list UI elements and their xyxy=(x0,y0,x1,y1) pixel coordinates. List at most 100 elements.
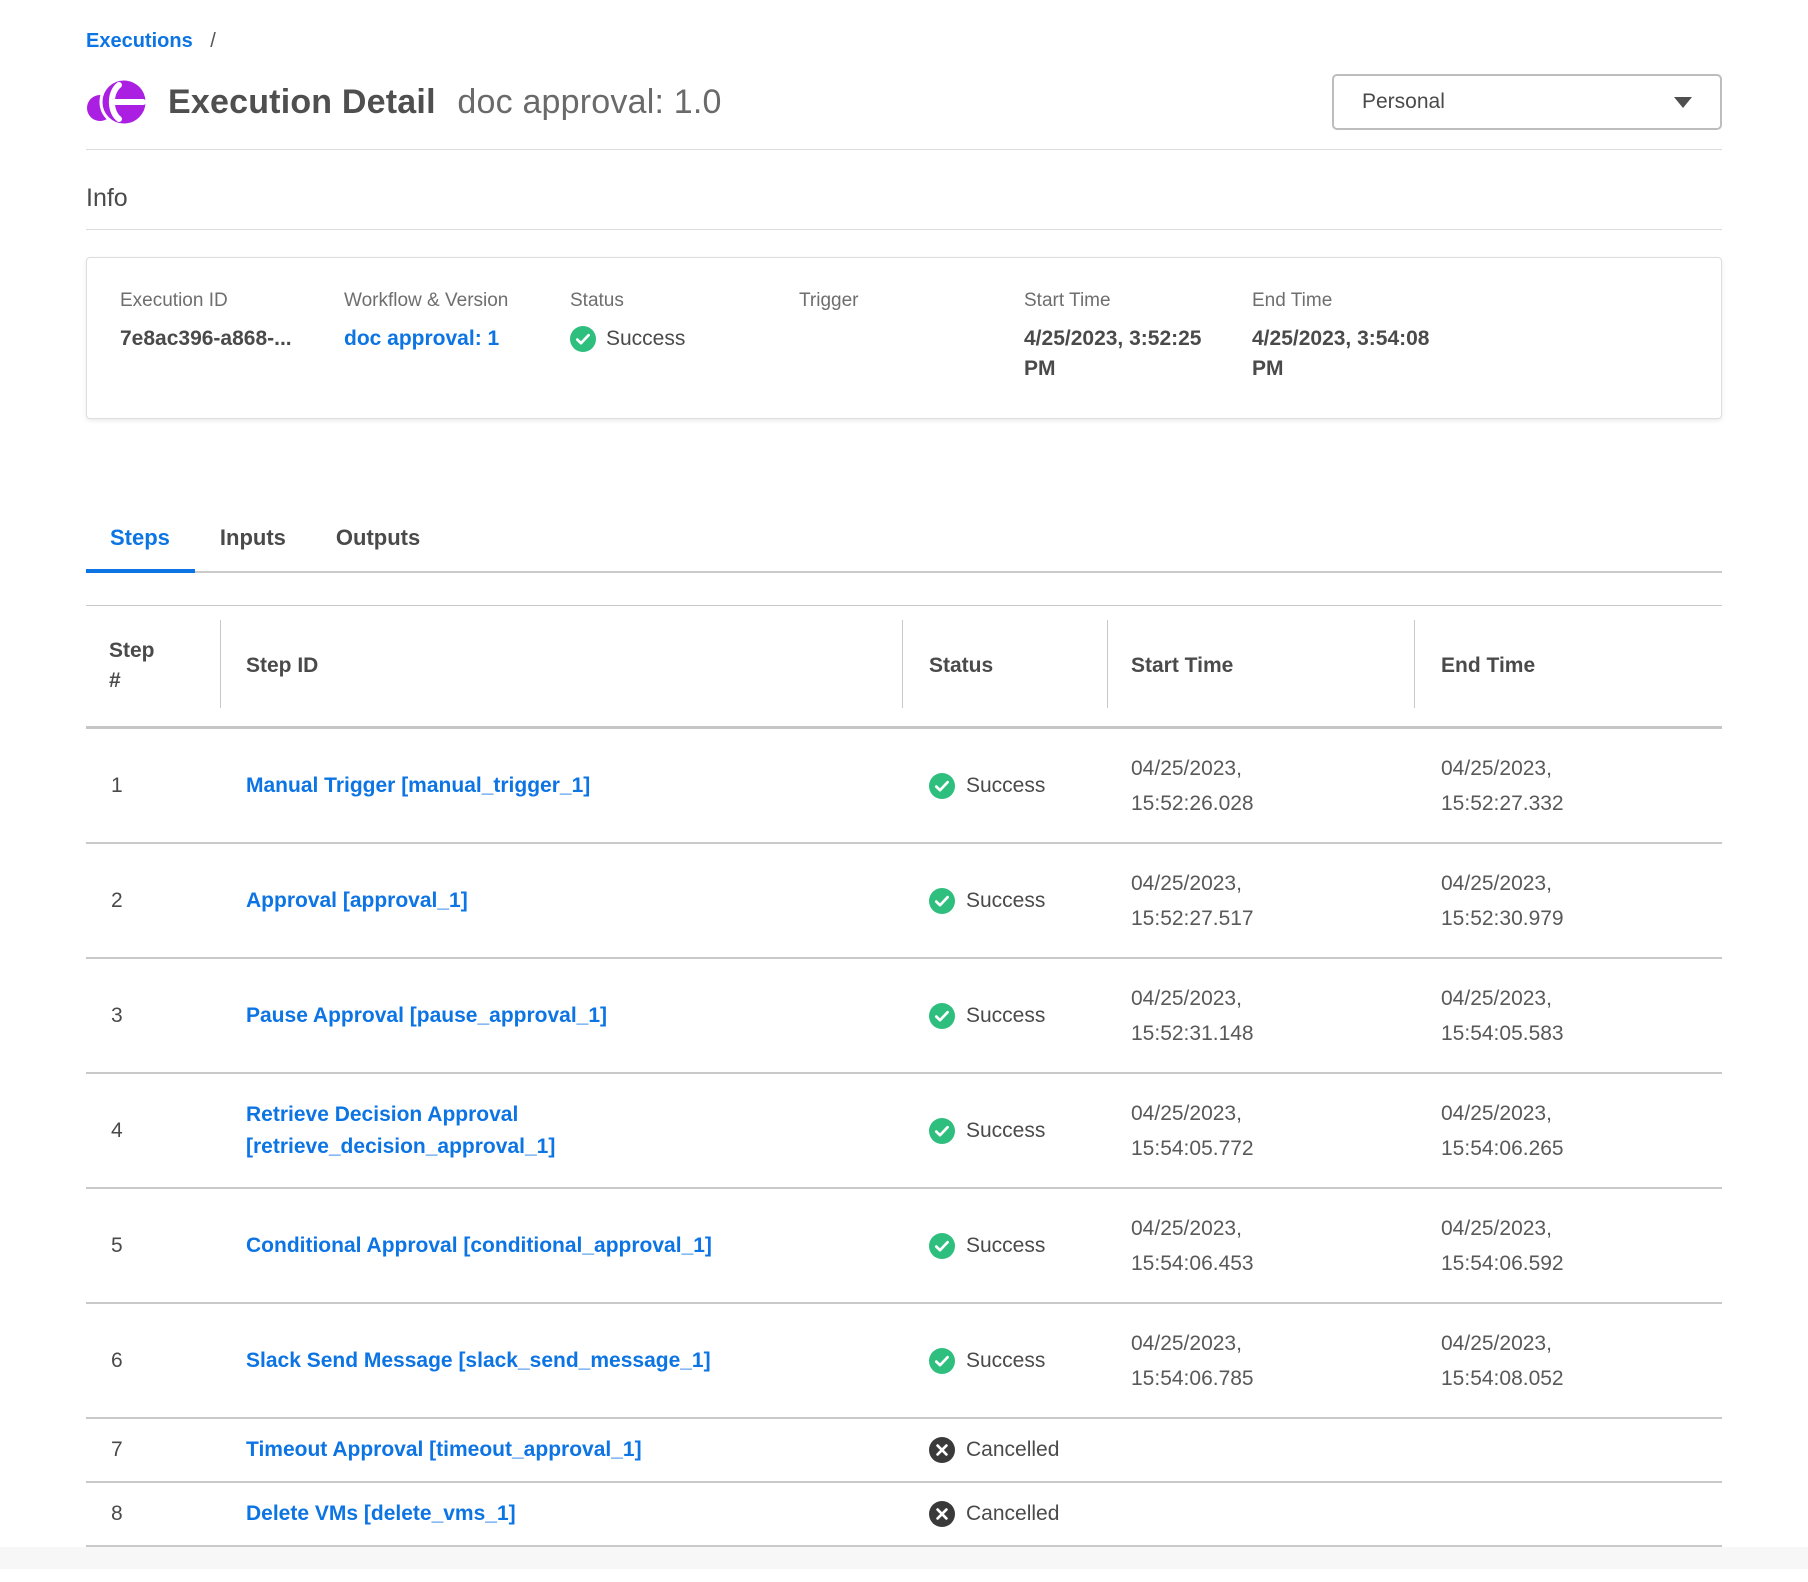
info-field: Workflow & Version doc approval: 1 xyxy=(344,288,570,384)
step-id-link[interactable]: Conditional Approval [conditional_approv… xyxy=(246,1230,712,1262)
step-status-cell: Cancelled xyxy=(903,1483,1108,1545)
info-field-label: Start Time xyxy=(1024,288,1252,314)
step-status-cell: Success xyxy=(903,729,1108,842)
success-check-icon xyxy=(929,1233,955,1259)
cancelled-x-icon xyxy=(929,1501,955,1527)
info-field-value: 7e8ac396-a868-... xyxy=(120,324,320,354)
scope-dropdown-value: Personal xyxy=(1362,90,1445,114)
step-id-link[interactable]: Pause Approval [pause_approval_1] xyxy=(246,1000,607,1032)
step-id-link[interactable]: Delete VMs [delete_vms_1] xyxy=(246,1498,516,1530)
column-header: Start Time xyxy=(1108,606,1415,726)
execution-detail-page: Executions / Execution Detail doc approv… xyxy=(0,0,1808,1547)
steps-table: Step #Step IDStatusStart TimeEnd Time 1 … xyxy=(86,605,1722,1547)
info-field-value: Success xyxy=(570,324,799,354)
info-field-value[interactable]: doc approval: 1 xyxy=(344,324,544,354)
step-end-time-cell: 04/25/2023,15:52:27.332 xyxy=(1415,729,1722,842)
table-row: 7 Timeout Approval [timeout_approval_1] … xyxy=(86,1419,1722,1483)
status-text: Success xyxy=(966,1004,1045,1028)
step-status-cell: Success xyxy=(903,1074,1108,1187)
page-header: Execution Detail doc approval: 1.0 Perso… xyxy=(86,73,1722,131)
column-header: Status xyxy=(903,606,1108,726)
step-status-cell: Success xyxy=(903,1189,1108,1302)
column-header: Step # xyxy=(86,606,221,726)
title-group: Execution Detail doc approval: 1.0 xyxy=(86,73,722,131)
step-start-time-cell: 04/25/2023,15:52:27.517 xyxy=(1108,844,1415,957)
execution-info-card: Execution ID 7e8ac396-a868-... Workflow … xyxy=(86,257,1722,419)
info-divider xyxy=(86,229,1722,230)
page-title: Execution Detail xyxy=(168,83,436,121)
chevron-down-icon xyxy=(1674,97,1692,108)
step-end-time-cell: 04/25/2023,15:54:06.265 xyxy=(1415,1074,1722,1187)
tab-bar: StepsInputsOutputs xyxy=(86,515,1722,573)
scope-dropdown[interactable]: Personal xyxy=(1332,74,1722,130)
success-check-icon xyxy=(570,326,596,352)
step-status-cell: Cancelled xyxy=(903,1419,1108,1481)
info-field: Start Time 4/25/2023, 3:52:25 PM xyxy=(1024,288,1252,384)
tab-outputs[interactable]: Outputs xyxy=(311,515,445,571)
step-id-link[interactable]: Timeout Approval [timeout_approval_1] xyxy=(246,1434,642,1466)
info-field-label: Workflow & Version xyxy=(344,288,570,314)
table-row: 1 Manual Trigger [manual_trigger_1] Succ… xyxy=(86,729,1722,844)
success-check-icon xyxy=(929,1003,955,1029)
step-number-cell: 3 xyxy=(86,959,221,1072)
step-start-time-cell: 04/25/2023,15:54:06.453 xyxy=(1108,1189,1415,1302)
header-divider xyxy=(86,149,1722,150)
table-row: 3 Pause Approval [pause_approval_1] Succ… xyxy=(86,959,1722,1074)
info-field: End Time 4/25/2023, 3:54:08 PM xyxy=(1252,288,1688,384)
status-text: Cancelled xyxy=(966,1502,1059,1526)
breadcrumb-separator: / xyxy=(210,30,216,52)
step-start-time-cell: 04/25/2023,15:52:26.028 xyxy=(1108,729,1415,842)
step-start-time-cell: 04/25/2023,15:52:31.148 xyxy=(1108,959,1415,1072)
tab-steps[interactable]: Steps xyxy=(86,515,195,573)
step-start-time-cell: 04/25/2023,15:54:06.785 xyxy=(1108,1304,1415,1417)
info-field: Execution ID 7e8ac396-a868-... xyxy=(120,288,344,384)
table-body: 1 Manual Trigger [manual_trigger_1] Succ… xyxy=(86,729,1722,1547)
column-header: Step ID xyxy=(221,606,903,726)
step-status-cell: Success xyxy=(903,844,1108,957)
step-end-time-cell: 04/25/2023,15:54:06.592 xyxy=(1415,1189,1722,1302)
success-check-icon xyxy=(929,888,955,914)
step-id-link[interactable]: Approval [approval_1] xyxy=(246,885,468,917)
step-number-cell: 5 xyxy=(86,1189,221,1302)
status-text: Success xyxy=(966,1119,1045,1143)
step-end-time-cell: 04/25/2023,15:54:08.052 xyxy=(1415,1304,1722,1417)
table-row: 2 Approval [approval_1] Success 04/25/20… xyxy=(86,844,1722,959)
column-header: End Time xyxy=(1415,606,1722,726)
step-id-link[interactable]: Slack Send Message [slack_send_message_1… xyxy=(246,1345,711,1377)
info-field-value: 4/25/2023, 3:52:25 PM xyxy=(1024,324,1224,384)
tab-inputs[interactable]: Inputs xyxy=(195,515,311,571)
page-subtitle: doc approval: 1.0 xyxy=(457,83,721,121)
info-field-label: Status xyxy=(570,288,799,314)
step-number-cell: 8 xyxy=(86,1483,221,1545)
page-bottom-strip xyxy=(0,1547,1808,1569)
info-field-label: Execution ID xyxy=(120,288,344,314)
info-heading: Info xyxy=(86,184,1722,213)
step-status-cell: Success xyxy=(903,1304,1108,1417)
step-id-link[interactable]: Manual Trigger [manual_trigger_1] xyxy=(246,770,590,802)
step-end-time-cell: 04/25/2023,15:54:05.583 xyxy=(1415,959,1722,1072)
info-field-label: Trigger xyxy=(799,288,1024,314)
status-text: Cancelled xyxy=(966,1438,1059,1462)
step-start-time-cell: 04/25/2023,15:54:05.772 xyxy=(1108,1074,1415,1187)
step-number-cell: 2 xyxy=(86,844,221,957)
status-text: Success xyxy=(966,1349,1045,1373)
table-row: 5 Conditional Approval [conditional_appr… xyxy=(86,1189,1722,1304)
info-field-value: 4/25/2023, 3:54:08 PM xyxy=(1252,324,1452,384)
table-row: 4 Retrieve Decision Approval [retrieve_d… xyxy=(86,1074,1722,1189)
step-number-cell: 6 xyxy=(86,1304,221,1417)
success-check-icon xyxy=(929,1118,955,1144)
status-text: Success xyxy=(966,889,1045,913)
step-number-cell: 1 xyxy=(86,729,221,842)
success-check-icon xyxy=(929,1348,955,1374)
step-id-link[interactable]: Retrieve Decision Approval [retrieve_dec… xyxy=(246,1099,816,1163)
breadcrumb: Executions / xyxy=(86,30,1722,53)
table-header-row: Step #Step IDStatusStart TimeEnd Time xyxy=(86,605,1722,729)
table-row: 6 Slack Send Message [slack_send_message… xyxy=(86,1304,1722,1419)
breadcrumb-executions-link[interactable]: Executions xyxy=(86,30,193,52)
status-text: Success xyxy=(966,774,1045,798)
step-end-time-cell: 04/25/2023,15:52:30.979 xyxy=(1415,844,1722,957)
step-status-cell: Success xyxy=(903,959,1108,1072)
info-field-label: End Time xyxy=(1252,288,1688,314)
step-start-time-cell xyxy=(1108,1483,1415,1545)
cancelled-x-icon xyxy=(929,1437,955,1463)
